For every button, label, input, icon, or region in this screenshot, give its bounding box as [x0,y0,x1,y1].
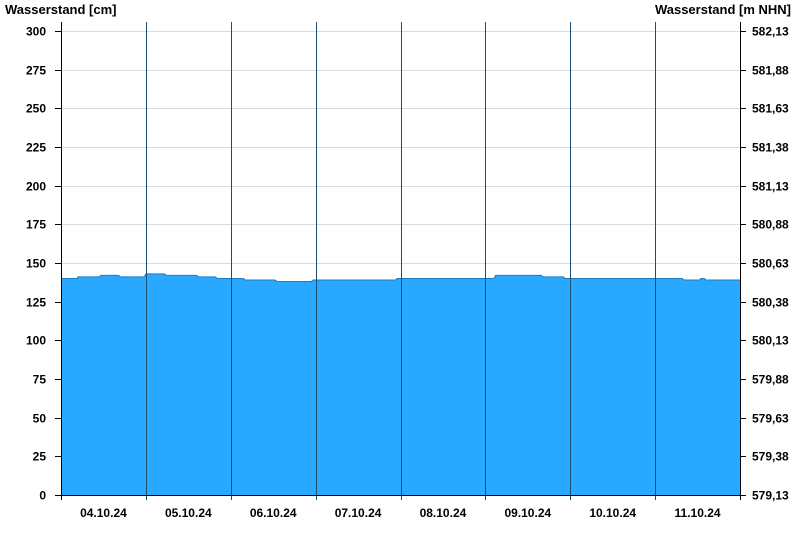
water-level-chart: 0 25 50 75 100 125 150 175 200 225 250 275 300 579,13… [26,22,789,520]
x-tick-label: 06.10.24 [250,506,297,520]
left-tick-label: 250 [26,102,46,116]
x-tick-label: 10.10.24 [589,506,636,520]
right-tick-label: 581,63 [752,102,789,116]
right-tick-label: 581,88 [752,64,789,78]
left-tick-label: 175 [26,218,46,232]
x-tick-label: 09.10.24 [504,506,551,520]
right-tick-label: 579,13 [752,489,789,503]
left-tick-label: 150 [26,257,46,271]
right-tick-label: 580,88 [752,218,789,232]
right-tick-label: 580,38 [752,296,789,310]
left-tick-label: 125 [26,296,46,310]
left-tick-label: 100 [26,334,46,348]
x-tick-label: 08.10.24 [420,506,467,520]
water-level-area [61,273,740,495]
x-tick-label: 04.10.24 [80,506,127,520]
x-tick-label: 05.10.24 [165,506,212,520]
right-tick-label: 581,38 [752,141,789,155]
right-tick-label: 582,13 [752,25,789,39]
left-tick-label: 50 [33,412,47,426]
area-layer [61,273,740,495]
x-tick-label: 11.10.24 [675,506,721,520]
left-tick-label: 200 [26,180,46,194]
left-tick-label: 300 [26,25,46,39]
right-tick-label: 580,13 [752,334,789,348]
right-tick-label: 579,63 [752,412,789,426]
left-tick-label: 0 [39,489,46,503]
right-tick-label: 580,63 [752,257,789,271]
right-tick-label: 579,38 [752,450,789,464]
left-tick-label: 275 [26,64,46,78]
left-tick-label: 225 [26,141,46,155]
left-tick-label: 75 [33,373,47,387]
right-tick-label: 579,88 [752,373,789,387]
right-tick-label: 581,13 [752,180,789,194]
left-tick-label: 25 [33,450,47,464]
x-tick-label: 07.10.24 [335,506,382,520]
